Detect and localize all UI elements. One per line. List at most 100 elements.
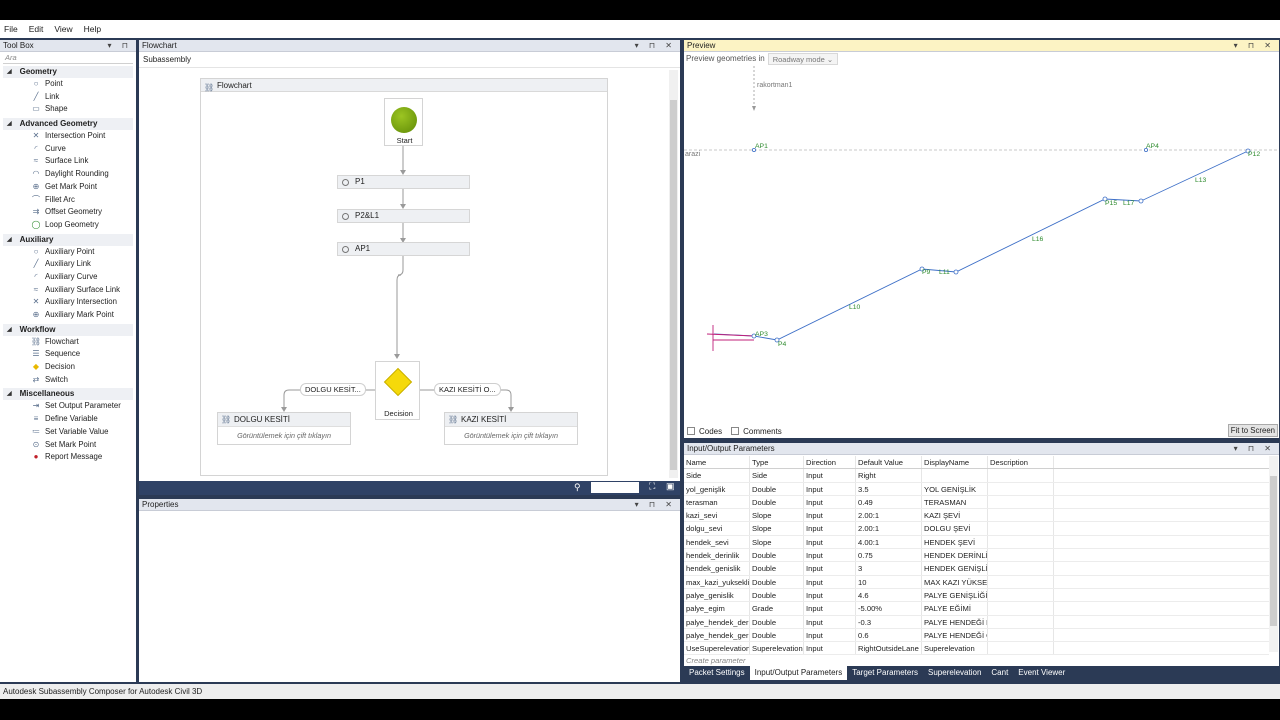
table-cell[interactable]: Input: [804, 628, 856, 642]
tab-input-output-parameters[interactable]: Input/Output Parameters: [749, 666, 848, 680]
table-row[interactable]: UseSuperelevation Superelevation Input Righ…: [684, 642, 1269, 656]
toolbox-search-input[interactable]: Ara: [3, 53, 133, 64]
table-cell[interactable]: Input: [804, 549, 856, 562]
toolbox-item-auxiliary-mark-point[interactable]: ⊕ Auxiliary Mark Point: [0, 309, 136, 322]
table-cell[interactable]: max_kazi_yuksekli: [684, 575, 750, 588]
codes-checkbox[interactable]: [687, 427, 695, 435]
toolbox-item-switch[interactable]: ⇄ Switch: [0, 374, 136, 387]
menu-file[interactable]: File: [4, 24, 18, 34]
table-cell[interactable]: 0.75: [856, 549, 922, 562]
table-cell[interactable]: HENDEK ŞEVİ: [922, 535, 988, 549]
table-cell[interactable]: Input: [804, 535, 856, 549]
table-cell[interactable]: YOL GENİŞLİK: [922, 482, 988, 495]
toolbox-item-shape[interactable]: ▭ Shape: [0, 103, 136, 116]
tab-superelevation[interactable]: Superelevation: [923, 666, 986, 680]
panel-pin-icon[interactable]: ▾ ⊓ ✕: [635, 40, 676, 52]
flowchart-scrollbar[interactable]: [669, 70, 678, 478]
table-row[interactable]: hendek_sevi Slope Input 4.00:1 HENDEK ŞEVİ: [684, 535, 1269, 550]
table-cell[interactable]: Right: [856, 469, 922, 482]
branch-label-left[interactable]: DOLGU KESİT...: [300, 383, 366, 396]
table-cell[interactable]: [988, 602, 1054, 615]
column-header-direction[interactable]: Direction: [804, 456, 856, 469]
toolbox-item-sequence[interactable]: ☰ Sequence: [0, 348, 136, 361]
table-cell[interactable]: TERASMAN: [922, 495, 988, 509]
toolbox-item-fillet-arc[interactable]: ⌒ Fillet Arc: [0, 194, 136, 207]
table-cell[interactable]: Double: [750, 615, 804, 628]
table-cell[interactable]: PALYE GENİŞLİĞİ: [922, 588, 988, 602]
table-cell[interactable]: palye_hendek_der: [684, 615, 750, 628]
menu-view[interactable]: View: [54, 24, 72, 34]
collapse-arrow-icon[interactable]: ◢: [7, 234, 12, 246]
table-cell[interactable]: palye_genislik: [684, 588, 750, 602]
toolbox-item-define-variable[interactable]: ≡ Define Variable: [0, 413, 136, 426]
toolbox-item-point[interactable]: ○ Point: [0, 78, 136, 91]
kazi-kesiti-box[interactable]: ⛓ KAZI KESİTİ Görüntülemek için çift tıkl…: [444, 412, 578, 445]
table-cell[interactable]: hendek_genislik: [684, 562, 750, 575]
table-row[interactable]: palye_genislik Double Input 4.6 PALYE GENİŞL…: [684, 588, 1269, 603]
table-cell[interactable]: MAX KAZI YÜKSEKLİK: [922, 575, 988, 588]
toolbox-item-report-message[interactable]: ● Report Message: [0, 451, 136, 464]
column-header-type[interactable]: Type: [750, 456, 804, 469]
column-header-displayname[interactable]: DisplayName: [922, 456, 988, 469]
zoom-select[interactable]: [591, 482, 639, 493]
table-cell[interactable]: Input: [804, 562, 856, 575]
table-cell[interactable]: [988, 562, 1054, 575]
toolbox-item-auxiliary-link[interactable]: ╱ Auxiliary Link: [0, 258, 136, 271]
table-cell[interactable]: Input: [804, 615, 856, 628]
fit-icon[interactable]: ⛶: [649, 481, 655, 492]
table-cell[interactable]: Double: [750, 495, 804, 509]
toolbox-item-auxiliary-intersection[interactable]: ✕ Auxiliary Intersection: [0, 296, 136, 309]
table-cell[interactable]: palye_egim: [684, 602, 750, 615]
table-cell[interactable]: [988, 549, 1054, 562]
table-row[interactable]: max_kazi_yuksekli Double Input 10 MAX KAZI Y…: [684, 575, 1269, 589]
table-cell[interactable]: HENDEK DERİNLİK: [922, 549, 988, 562]
toolbox-item-get-mark-point[interactable]: ⊕ Get Mark Point: [0, 181, 136, 194]
toolbox-item-auxiliary-point[interactable]: ○ Auxiliary Point: [0, 246, 136, 259]
table-cell[interactable]: [988, 575, 1054, 588]
table-cell[interactable]: [988, 628, 1054, 642]
decision-node[interactable]: Decision: [375, 361, 420, 420]
table-cell[interactable]: [988, 509, 1054, 522]
table-cell[interactable]: 0.6: [856, 628, 922, 642]
table-cell[interactable]: hendek_derinlik: [684, 549, 750, 562]
tab-target-parameters[interactable]: Target Parameters: [847, 666, 923, 680]
table-cell[interactable]: 4.00:1: [856, 535, 922, 549]
preview-canvas[interactable]: rakortman1 arazi AP1 AP4 P12 L13 P15 L17…: [684, 66, 1279, 422]
toolbox-group-miscellaneous[interactable]: ◢ Miscellaneous: [3, 388, 133, 401]
toolbox-item-loop-geometry[interactable]: ◯ Loop Geometry: [0, 219, 136, 232]
table-cell[interactable]: [988, 642, 1054, 655]
table-cell[interactable]: [922, 469, 988, 482]
table-cell[interactable]: [988, 482, 1054, 495]
toolbox-item-decision[interactable]: ◆ Decision: [0, 361, 136, 374]
table-cell[interactable]: dolgu_sevi: [684, 522, 750, 535]
table-row[interactable]: palye_hendek_der Double Input -0.3 PALYE HEN…: [684, 615, 1269, 629]
table-cell[interactable]: Input: [804, 469, 856, 482]
toolbox-item-surface-link[interactable]: ≈ Surface Link: [0, 155, 136, 168]
table-cell[interactable]: Input: [804, 482, 856, 495]
column-header-name[interactable]: Name: [684, 456, 750, 469]
table-cell[interactable]: [988, 522, 1054, 535]
table-cell[interactable]: [988, 535, 1054, 549]
table-row[interactable]: terasman Double Input 0.49 TERASMAN: [684, 495, 1269, 510]
step-ap1[interactable]: AP1: [337, 242, 470, 256]
table-cell[interactable]: Double: [750, 562, 804, 575]
column-header-description[interactable]: Description: [988, 456, 1054, 469]
table-cell[interactable]: PALYE EĞİMİ: [922, 602, 988, 615]
table-row[interactable]: palye_egim Grade Input -5.00% PALYE EĞİMİ: [684, 602, 1269, 616]
table-cell[interactable]: 4.6: [856, 588, 922, 602]
table-cell[interactable]: -5.00%: [856, 602, 922, 615]
panel-pin-icon[interactable]: ▾ ⊓ ✕: [1234, 443, 1275, 455]
fit-to-screen-button[interactable]: Fit to Screen: [1227, 424, 1278, 437]
table-cell[interactable]: RightOutsideLane: [856, 642, 922, 655]
toolbox-item-set-output-parameter[interactable]: ⇥ Set Output Parameter: [0, 400, 136, 413]
menu-help[interactable]: Help: [84, 24, 101, 34]
toolbox-group-geometry[interactable]: ◢ Geometry: [3, 66, 133, 78]
table-cell[interactable]: Input: [804, 602, 856, 615]
breadcrumb[interactable]: Subassembly: [139, 52, 680, 68]
scroll-thumb[interactable]: [670, 100, 677, 470]
collapse-arrow-icon[interactable]: ◢: [7, 324, 12, 336]
toolbox-item-offset-geometry[interactable]: ⇉ Offset Geometry: [0, 206, 136, 219]
table-cell[interactable]: [988, 495, 1054, 509]
panel-pin-icon[interactable]: ▾ ⊓ ✕: [1234, 40, 1275, 52]
table-cell[interactable]: [988, 469, 1054, 482]
